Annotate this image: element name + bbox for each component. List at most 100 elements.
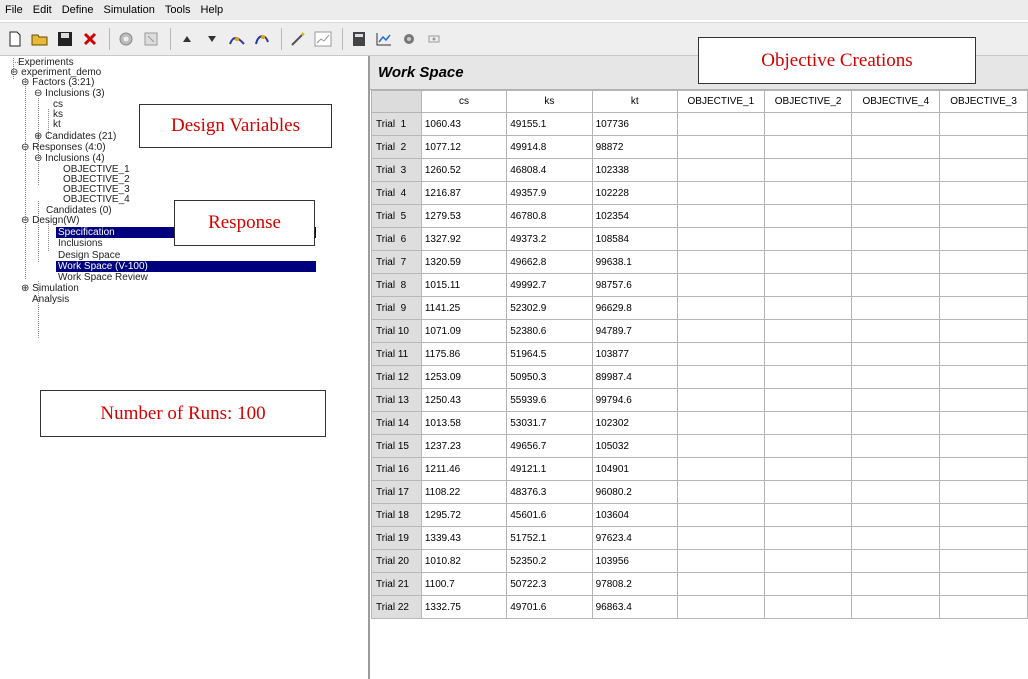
table-cell[interactable]: 51964.5 [506,342,593,366]
table-row[interactable]: Trial 8 1015.11 49992.7 98757.6 [371,273,1028,297]
column-header[interactable]: OBJECTIVE_1 [677,90,765,113]
stop-icon[interactable] [140,28,162,50]
tree-item-factor-inclusions[interactable]: ⊖ Inclusions (3) [34,88,105,99]
collapse-icon[interactable]: ⊖ [21,77,32,88]
chart-icon[interactable] [373,28,395,50]
move-down-icon[interactable] [201,28,223,50]
tree-item-analysis[interactable]: Analysis [32,294,69,305]
table-cell[interactable] [763,204,853,228]
table-cell[interactable]: 1015.11 [420,273,508,297]
table-cell[interactable] [851,181,941,205]
table-row[interactable]: Trial 15 1237.23 49656.7 105032 [371,434,1028,458]
collapse-icon[interactable]: ⊖ [34,153,45,164]
table-cell[interactable]: 103956 [591,549,679,573]
table-cell[interactable]: 49155.1 [506,112,593,136]
column-header[interactable]: kt [591,90,679,113]
table-cell[interactable] [851,158,941,182]
filter-icon[interactable] [423,28,445,50]
table-cell[interactable]: 50950.3 [506,365,593,389]
table-cell[interactable] [939,342,1028,366]
menu-simulation[interactable]: Simulation [99,0,160,20]
table-cell[interactable] [939,365,1028,389]
table-row[interactable]: Trial 13 1250.43 55939.6 99794.6 [371,388,1028,412]
collapse-icon[interactable]: ⊖ [34,88,45,99]
table-row[interactable]: Trial 11 1175.86 51964.5 103877 [371,342,1028,366]
table-row[interactable]: Trial 12 1253.09 50950.3 89987.4 [371,365,1028,389]
calculator-icon[interactable] [348,28,370,50]
table-cell[interactable]: 103877 [591,342,679,366]
table-cell[interactable]: 104901 [591,457,679,481]
tree-item-design-space[interactable]: Design Space [58,250,120,261]
table-cell[interactable] [851,411,941,435]
menu-define[interactable]: Define [57,0,99,20]
table-cell[interactable]: 98872 [591,135,679,159]
table-cell[interactable] [851,296,941,320]
table-row[interactable]: Trial 7 1320.59 49662.8 99638.1 [371,250,1028,274]
table-cell[interactable]: 1077.12 [420,135,508,159]
table-cell[interactable] [851,250,941,274]
table-cell[interactable] [763,411,853,435]
wand-icon[interactable] [287,28,309,50]
table-cell[interactable]: 1327.92 [420,227,508,251]
table-cell[interactable] [939,411,1028,435]
run-analysis-icon[interactable] [226,28,248,50]
table-cell[interactable]: 49121.1 [506,457,593,481]
table-cell[interactable]: 96863.4 [591,595,679,619]
table-cell[interactable] [851,549,941,573]
table-cell[interactable]: 1237.23 [420,434,508,458]
table-cell[interactable] [939,549,1028,573]
table-cell[interactable] [939,227,1028,251]
row-header[interactable]: Trial 12 [371,365,422,389]
table-cell[interactable] [851,227,941,251]
table-cell[interactable]: 1013.58 [420,411,508,435]
table-cell[interactable]: 49992.7 [506,273,593,297]
table-cell[interactable] [939,273,1028,297]
table-cell[interactable] [851,135,941,159]
table-cell[interactable] [677,158,765,182]
menu-file[interactable]: File [0,0,28,20]
tree-item-kt[interactable]: kt [53,119,61,130]
table-cell[interactable] [851,319,941,343]
table-cell[interactable] [939,112,1028,136]
table-cell[interactable] [763,503,853,527]
table-cell[interactable]: 1071.09 [420,319,508,343]
table-cell[interactable] [851,204,941,228]
table-cell[interactable] [763,250,853,274]
row-header[interactable]: Trial 20 [371,549,422,573]
table-row[interactable]: Trial 21 1100.7 50722.3 97808.2 [371,572,1028,596]
delete-icon[interactable] [79,28,101,50]
table-cell[interactable]: 1260.52 [420,158,508,182]
table-cell[interactable]: 1060.43 [420,112,508,136]
table-cell[interactable]: 97623.4 [591,526,679,550]
table-cell[interactable]: 102354 [591,204,679,228]
expand-icon[interactable]: ⊕ [34,131,45,142]
row-header[interactable]: Trial 16 [371,457,422,481]
table-cell[interactable] [939,181,1028,205]
table-cell[interactable] [851,365,941,389]
tree-item-objective-4[interactable]: OBJECTIVE_4 [63,194,130,205]
table-cell[interactable]: 102338 [591,158,679,182]
table-cell[interactable] [763,434,853,458]
table-cell[interactable]: 49656.7 [506,434,593,458]
table-cell[interactable] [677,503,765,527]
table-cell[interactable]: 53031.7 [506,411,593,435]
table-cell[interactable] [851,572,941,596]
table-cell[interactable]: 49914.8 [506,135,593,159]
table-cell[interactable] [851,434,941,458]
row-header[interactable]: Trial 2 [371,135,422,159]
table-cell[interactable] [677,434,765,458]
table-cell[interactable] [939,319,1028,343]
menu-help[interactable]: Help [196,0,229,20]
table-cell[interactable]: 108584 [591,227,679,251]
table-cell[interactable] [763,526,853,550]
table-cell[interactable]: 48376.3 [506,480,593,504]
table-cell[interactable] [763,227,853,251]
table-row[interactable]: Trial 6 1327.92 49373.2 108584 [371,227,1028,251]
collapse-icon[interactable]: ⊖ [10,67,21,78]
table-cell[interactable] [677,181,765,205]
collapse-icon[interactable]: ⊖ [21,142,32,153]
table-cell[interactable]: 102302 [591,411,679,435]
table-cell[interactable] [677,250,765,274]
table-cell[interactable]: 1108.22 [420,480,508,504]
table-row[interactable]: Trial 10 1071.09 52380.6 94789.7 [371,319,1028,343]
